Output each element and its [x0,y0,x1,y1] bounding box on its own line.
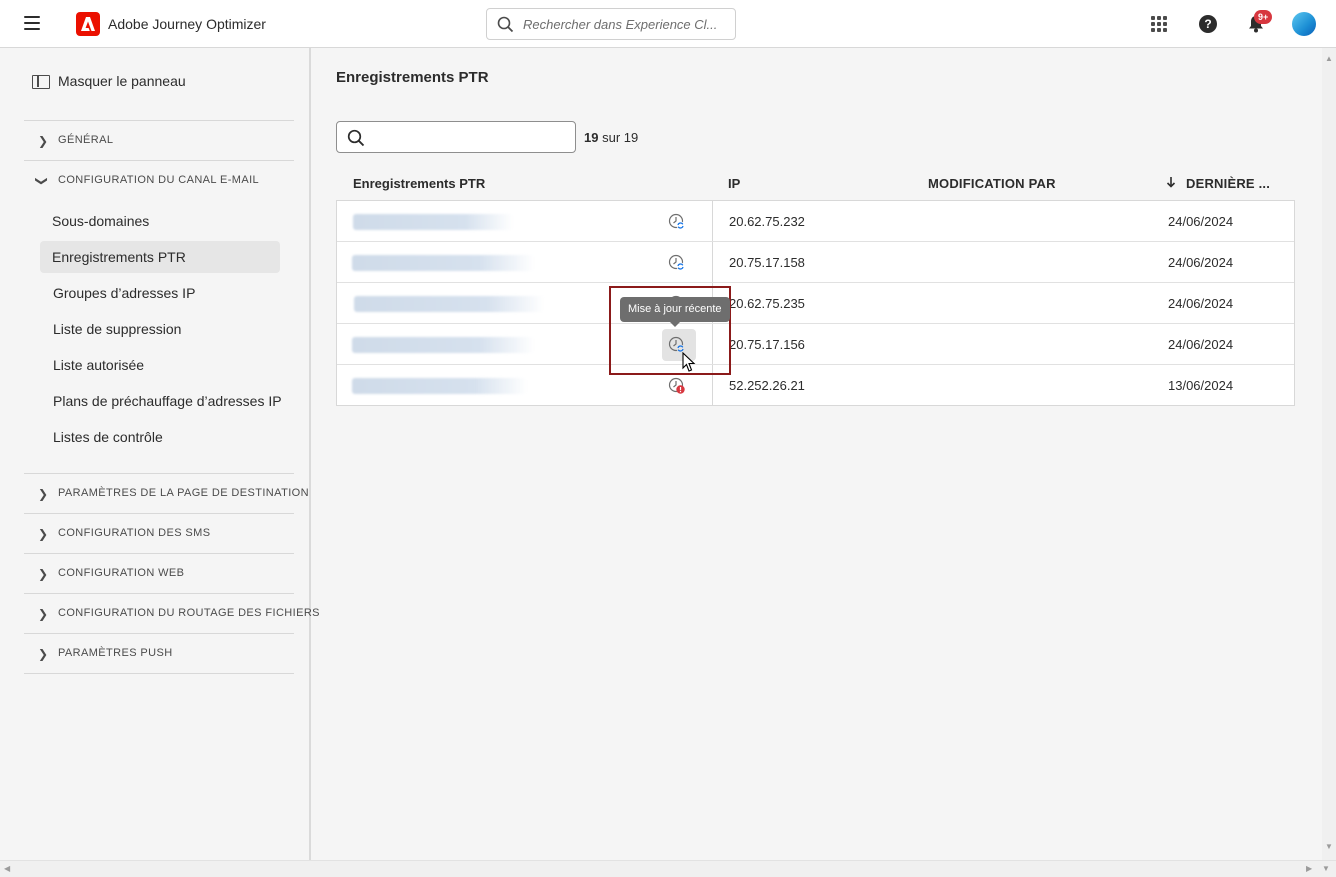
global-search-input[interactable] [523,15,723,33]
error-status-icon[interactable] [668,377,686,395]
section-push[interactable]: ❯ PARAMÈTRES PUSH [24,633,294,673]
mouse-cursor-icon [682,351,696,379]
chevron-right-icon: ❯ [38,487,49,501]
app-title[interactable]: Adobe Journey Optimizer [108,16,266,32]
status-tooltip: Mise à jour récente [620,297,730,327]
table-row[interactable]: 52.252.26.21 13/06/2024 [337,365,1294,406]
column-header-last-modified[interactable]: DERNIÈRE ... [1186,176,1270,191]
adobe-logo-icon[interactable] [76,12,100,36]
result-count-current: 19 [584,130,599,145]
section-landing-page[interactable]: ❯ PARAMÈTRES DE LA PAGE DE DESTINATION [24,473,309,513]
table-row[interactable]: 20.62.75.235 24/06/2024 [337,283,1294,324]
vertical-scrollbar[interactable]: ▲ ▼ [1322,48,1336,860]
ip-cell: 20.75.17.156 [729,337,805,352]
hamburger-menu-icon[interactable] [24,16,40,30]
ip-cell: 20.62.75.235 [729,296,805,311]
left-navigation-panel: Masquer le panneau ❯ GÉNÉRAL ❯ CONFIGURA… [0,48,320,860]
section-label: CONFIGURATION DU CANAL E-MAIL [58,174,260,186]
global-search-box[interactable] [486,8,736,40]
nav-item-suppression-list[interactable]: Liste de suppression [40,313,280,345]
ip-cell: 20.75.17.158 [729,255,805,270]
date-cell: 24/06/2024 [1168,214,1234,229]
date-cell: 24/06/2024 [1168,296,1234,311]
column-header-modified-by[interactable]: MODIFICATION PAR [928,176,1056,191]
nav-item-label: Listes de contrôle [53,429,163,445]
section-general[interactable]: ❯ GÉNÉRAL [24,120,294,160]
date-cell: 13/06/2024 [1168,378,1234,393]
nav-item-label: Enregistrements PTR [52,249,186,265]
result-count-total: sur 19 [602,130,639,145]
scroll-down-icon[interactable]: ▼ [1322,864,1330,873]
chevron-right-icon: ❯ [38,607,49,621]
sidebar-divider [24,673,294,674]
chevron-right-icon: ❯ [38,647,49,661]
section-label: CONFIGURATION WEB [58,567,185,579]
blurred-record-name [354,296,544,312]
top-bar: Adobe Journey Optimizer ? 9+ [0,0,1336,48]
section-label: PARAMÈTRES PUSH [58,647,173,659]
sort-descending-icon[interactable] [1166,176,1176,191]
scroll-down-icon[interactable]: ▼ [1325,842,1333,851]
nav-item-ptr-records[interactable]: Enregistrements PTR [40,241,280,273]
notification-badge: 9+ [1254,10,1273,24]
table-row[interactable]: 20.75.17.156 24/06/2024 [337,324,1294,365]
panel-toggle-icon [32,75,50,89]
ptr-records-table: 20.62.75.232 24/06/2024 20.75.17.158 24/… [336,200,1295,406]
nav-item-label: Liste de suppression [53,321,182,337]
search-icon [497,16,514,38]
chevron-right-icon: ❯ [38,567,49,581]
apps-grid-icon[interactable] [1151,16,1167,32]
section-web[interactable]: ❯ CONFIGURATION WEB [24,553,294,593]
chevron-right-icon: ❯ [38,134,49,148]
blurred-record-name [353,214,513,230]
chevron-down-icon: ❯ [35,175,50,187]
scroll-right-icon[interactable]: ▶ [1306,864,1312,873]
hide-panel-label: Masquer le panneau [58,73,186,89]
section-file-routing[interactable]: ❯ CONFIGURATION DU ROUTAGE DES FICHIERS [24,593,320,633]
recent-update-icon[interactable] [668,254,686,272]
date-cell: 24/06/2024 [1168,255,1234,270]
section-label: CONFIGURATION DES SMS [58,527,211,539]
column-header-name[interactable]: Enregistrements PTR [353,176,485,191]
blurred-record-name [352,337,534,353]
nav-item-seed-lists[interactable]: Listes de contrôle [40,421,280,453]
nav-item-ip-warmup-plans[interactable]: Plans de préchauffage d’adresses IP [40,385,282,417]
section-label: PARAMÈTRES DE LA PAGE DE DESTINATION [58,487,309,499]
search-icon [347,129,365,152]
table-row[interactable]: 20.75.17.158 24/06/2024 [337,242,1294,283]
section-email-channel[interactable]: ❯ CONFIGURATION DU CANAL E-MAIL [24,160,294,200]
recent-update-icon[interactable] [668,213,686,231]
scroll-up-icon[interactable]: ▲ [1325,54,1333,63]
user-avatar[interactable] [1292,12,1316,36]
blurred-record-name [352,255,534,271]
section-label: GÉNÉRAL [58,134,114,146]
nav-item-subdomains[interactable]: Sous-domaines [39,205,279,237]
table-search-box[interactable] [336,121,576,153]
column-header-ip[interactable]: IP [728,176,740,191]
page-title: Enregistrements PTR [336,69,489,86]
ip-cell: 52.252.26.21 [729,378,805,393]
horizontal-scrollbar[interactable]: ◀ ▶ ▼ [0,860,1336,877]
section-sms[interactable]: ❯ CONFIGURATION DES SMS [24,513,294,553]
section-label: CONFIGURATION DU ROUTAGE DES FICHIERS [58,607,320,619]
nav-item-label: Sous-domaines [52,213,150,229]
chevron-right-icon: ❯ [38,527,49,541]
date-cell: 24/06/2024 [1168,337,1234,352]
nav-item-allowed-list[interactable]: Liste autorisée [40,349,280,381]
blurred-record-name [352,378,527,394]
ip-cell: 20.62.75.232 [729,214,805,229]
result-count: 19 sur 19 [584,130,638,145]
table-row[interactable]: 20.62.75.232 24/06/2024 [337,201,1294,242]
nav-item-label: Liste autorisée [53,357,145,373]
scroll-left-icon[interactable]: ◀ [4,864,10,873]
nav-item-label: Groupes d’adresses IP [53,285,196,301]
nav-item-label: Plans de préchauffage d’adresses IP [53,393,282,409]
help-icon[interactable]: ? [1199,15,1217,33]
table-search-input[interactable] [371,128,567,146]
nav-item-ip-pools[interactable]: Groupes d’adresses IP [40,277,280,309]
